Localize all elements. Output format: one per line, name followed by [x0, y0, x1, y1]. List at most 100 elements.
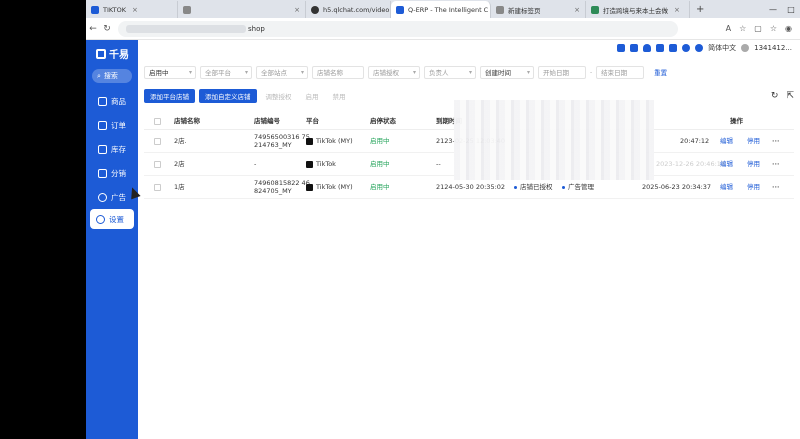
- sidebar-search-button[interactable]: ⌕ 搜索: [92, 69, 132, 83]
- export-icon[interactable]: ⇱: [786, 91, 794, 101]
- chart-icon[interactable]: [669, 44, 678, 52]
- shop-name: 2店.: [174, 136, 187, 145]
- close-icon[interactable]: ×: [574, 6, 580, 14]
- back-icon[interactable]: ←: [86, 24, 100, 34]
- end-date-input[interactable]: 结束日期: [596, 65, 645, 79]
- close-icon[interactable]: ×: [674, 6, 680, 14]
- tab-favicon-icon: [91, 5, 99, 14]
- split-icon[interactable]: ▢: [754, 24, 762, 33]
- read-aloud-icon[interactable]: A: [726, 24, 731, 33]
- sidebar-item-distribution[interactable]: 分销: [86, 161, 138, 185]
- close-icon[interactable]: ×: [132, 6, 138, 14]
- globe-icon[interactable]: [695, 44, 704, 52]
- download-icon[interactable]: [630, 44, 639, 52]
- shop-id: -: [254, 159, 257, 168]
- more-icon[interactable]: ···: [772, 153, 779, 175]
- collections-icon[interactable]: ☆: [770, 24, 777, 33]
- favorite-icon[interactable]: ☆: [739, 24, 746, 33]
- status-select[interactable]: 启用中 ▾: [144, 65, 196, 79]
- table-tools: ↻ ⇱: [771, 91, 794, 101]
- refresh-icon[interactable]: ↻: [771, 91, 779, 101]
- disable-link[interactable]: 停用: [747, 153, 760, 175]
- warehouse-icon: [98, 144, 107, 154]
- end-date-placeholder: 结束日期: [601, 69, 628, 77]
- bell-icon[interactable]: [643, 44, 652, 52]
- refresh-icon[interactable]: ↻: [100, 24, 114, 34]
- app-icon[interactable]: [656, 44, 665, 52]
- filter-bar: 启用中 ▾ 全部平台 ▾ 全部站点 ▾ 店铺名称 店铺授权 ▾ 负责人 ▾ 创建时间 ▾ 开…: [144, 64, 794, 80]
- tab-favicon-icon: [396, 5, 404, 14]
- language-selector[interactable]: 简体中文: [708, 43, 736, 53]
- sidebar-item-orders[interactable]: 订单: [86, 113, 138, 137]
- disable-link[interactable]: 停用: [747, 130, 760, 152]
- start-date-input[interactable]: 开始日期: [538, 65, 586, 79]
- row-checkbox[interactable]: [154, 137, 161, 145]
- browser-tab-active[interactable]: Q-ERP - The Intelligent C ×: [391, 1, 491, 18]
- enable-button[interactable]: 启用: [301, 89, 324, 103]
- shop-name-input[interactable]: 店铺名称: [312, 65, 364, 79]
- update-time: 20:47:12: [680, 136, 710, 145]
- chevron-down-icon: ▾: [188, 68, 192, 76]
- sidebar-item-inventory[interactable]: 库存: [86, 137, 138, 161]
- tab-favicon-icon: [311, 5, 319, 14]
- sidebar-item-label: 订单: [111, 120, 126, 130]
- more-icon[interactable]: ···: [772, 176, 779, 198]
- disable-link[interactable]: 停用: [747, 176, 760, 198]
- shop-id-suffix: 214763_MY: [254, 141, 292, 149]
- expire-time: --: [436, 159, 441, 168]
- window-controls: — □: [764, 1, 800, 18]
- select-all-checkbox[interactable]: [154, 118, 161, 125]
- date-type-select[interactable]: 创建时间 ▾: [480, 65, 534, 79]
- tab-title: TIKTOK: [103, 5, 126, 14]
- browser-tab[interactable]: h5.qlchat.com/video ×: [306, 1, 391, 18]
- search-label: 搜索: [103, 72, 118, 80]
- browser-tab[interactable]: TIKTOK ×: [86, 1, 178, 18]
- row-checkbox[interactable]: [154, 183, 161, 191]
- ad-status: 广告管理: [568, 182, 594, 191]
- help-icon[interactable]: [682, 44, 691, 52]
- sidebar: 千易 ⌕ 搜索 商品 订单 库存 分销 广告 设置: [86, 40, 138, 439]
- edit-link[interactable]: 编辑: [720, 153, 733, 175]
- row-checkbox[interactable]: [154, 160, 161, 168]
- sidebar-item-settings[interactable]: 设置: [90, 209, 134, 229]
- owner-select[interactable]: 负责人 ▾: [424, 65, 476, 79]
- account-name[interactable]: 1341412...: [754, 44, 792, 52]
- url-field[interactable]: shop: [118, 20, 678, 37]
- platform-select[interactable]: 全部平台 ▾: [200, 65, 252, 79]
- status-badge: 启用中: [370, 136, 390, 145]
- platform-select-value: 全部平台: [205, 69, 231, 77]
- tiktok-icon: [306, 160, 313, 168]
- site-select[interactable]: 全部站点 ▾: [256, 65, 308, 79]
- disable-button[interactable]: 禁用: [328, 89, 351, 103]
- auth-select[interactable]: 店铺授权 ▾: [368, 65, 420, 79]
- platform-name: TikTok (MY): [316, 136, 353, 145]
- reset-button[interactable]: 重置: [654, 67, 667, 77]
- close-icon[interactable]: ×: [294, 6, 300, 14]
- edit-link[interactable]: 编辑: [720, 130, 733, 152]
- minimize-icon[interactable]: —: [764, 1, 782, 18]
- owner-select-value: 负责人: [429, 69, 449, 77]
- chevron-down-icon: ▾: [526, 68, 530, 76]
- browser-tab[interactable]: 新建标签页 ×: [491, 1, 586, 18]
- tab-favicon-icon: [496, 5, 504, 14]
- order-icon: [98, 120, 107, 130]
- more-icon[interactable]: ···: [772, 130, 779, 152]
- maximize-icon[interactable]: □: [782, 1, 800, 18]
- browser-tab[interactable]: ×: [178, 1, 306, 18]
- edit-link[interactable]: 编辑: [720, 176, 733, 198]
- store-icon[interactable]: [617, 44, 626, 52]
- profile-icon[interactable]: ◉: [785, 24, 792, 33]
- status-badge: 启用中: [370, 159, 390, 168]
- chevron-down-icon: ▾: [244, 68, 248, 76]
- sidebar-item-label: 分销: [111, 168, 126, 178]
- status-dot-icon: [514, 185, 517, 189]
- batch-auth-button[interactable]: 调整授权: [261, 89, 297, 103]
- browser-tab[interactable]: 打造跨境与来本土会做 ×: [586, 1, 690, 18]
- add-platform-shop-button[interactable]: 添加平台店铺: [144, 89, 195, 103]
- header-status: 启停状态: [370, 117, 396, 126]
- tab-title: h5.qlchat.com/video: [323, 5, 390, 14]
- user-avatar-icon[interactable]: [741, 44, 750, 52]
- sidebar-item-products[interactable]: 商品: [86, 89, 138, 113]
- add-custom-shop-button[interactable]: 添加自定义店铺: [199, 89, 257, 103]
- new-tab-button[interactable]: +: [690, 1, 710, 18]
